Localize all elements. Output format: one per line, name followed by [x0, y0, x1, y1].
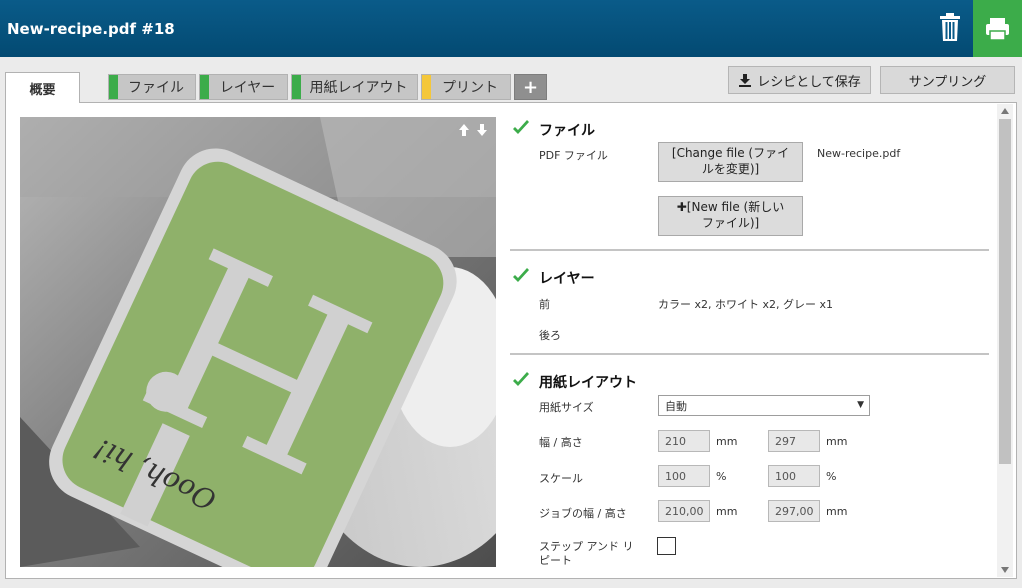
unit-percent: %: [826, 470, 837, 483]
tab-status-stripe: [422, 75, 431, 99]
scrollbar-thumb[interactable]: [999, 119, 1011, 464]
unit-mm: mm: [826, 505, 848, 518]
download-icon: [739, 74, 752, 87]
tab-label: 用紙レイアウト: [309, 80, 408, 96]
step-and-repeat-label-line2: ピート: [539, 554, 572, 567]
check-icon: [513, 372, 529, 386]
tab-status-stripe: [200, 75, 209, 99]
front-layer-value: カラー x2, ホワイト x2, グレー x1: [658, 298, 834, 311]
tab-print[interactable]: プリント: [421, 74, 511, 100]
sampling-button[interactable]: サンプリング: [880, 66, 1015, 94]
change-file-label-line1: [Change file (ファイ: [671, 146, 790, 160]
unit-mm: mm: [826, 435, 848, 448]
tab-overview[interactable]: 概要: [5, 72, 80, 103]
add-tab-button[interactable]: +: [514, 74, 547, 100]
tab-label: プリント: [442, 80, 498, 96]
sampling-label: サンプリング: [908, 74, 987, 90]
save-as-recipe-button[interactable]: レシピとして保存: [728, 66, 871, 94]
paper-size-label: 用紙サイズ: [539, 401, 594, 414]
trash-icon: [940, 13, 960, 41]
job-width-input[interactable]: 210,00: [658, 500, 710, 522]
plus-icon: +: [522, 76, 539, 98]
job-width-height-label: ジョブの幅 / 高さ: [539, 507, 627, 520]
new-file-label-line2: ファイル)]: [701, 216, 760, 230]
step-and-repeat-checkbox[interactable]: [657, 537, 676, 555]
scroll-up-arrow-icon[interactable]: [999, 106, 1011, 116]
paper-size-select[interactable]: 自動 ▼: [658, 395, 870, 416]
tab-layer[interactable]: レイヤー: [199, 74, 288, 100]
job-height-input[interactable]: 297,00: [768, 500, 820, 522]
print-button[interactable]: [973, 0, 1022, 57]
front-layer-label: 前: [539, 298, 550, 311]
scale-x-input[interactable]: 100: [658, 465, 710, 487]
delete-button[interactable]: [930, 8, 970, 48]
check-icon: [513, 268, 529, 282]
tab-status-stripe: [109, 75, 118, 99]
section-divider: [510, 249, 989, 251]
tab-label: レイヤー: [219, 80, 276, 96]
label-preview-illustration: H Oooh, hi!: [20, 117, 496, 567]
plus-icon: ✚: [676, 200, 687, 214]
change-file-label-line2: ルを変更)]: [701, 162, 760, 176]
paper-size-value: 自動: [665, 399, 687, 413]
caret-down-icon: ▼: [857, 400, 864, 410]
scroll-down-arrow-icon[interactable]: [999, 565, 1011, 575]
unit-mm: mm: [716, 505, 738, 518]
pdf-file-label: PDF ファイル: [539, 149, 608, 162]
check-icon: [513, 120, 529, 134]
tab-paper-layout[interactable]: 用紙レイアウト: [291, 74, 418, 100]
step-and-repeat-label-line1: ステップ アンド リ: [539, 540, 634, 553]
tab-status-stripe: [292, 75, 301, 99]
new-file-label-line1: [New file (新しい: [686, 200, 785, 214]
file-section-title: ファイル: [539, 123, 595, 139]
layer-section-title: レイヤー: [539, 271, 595, 287]
width-input[interactable]: 210: [658, 430, 710, 452]
step-and-repeat-label: ステップ アンド リ ピート: [539, 540, 634, 568]
sort-arrows-icon[interactable]: [457, 122, 491, 138]
back-layer-label: 後ろ: [539, 329, 561, 342]
scale-label: スケール: [539, 472, 583, 485]
tab-label: ファイル: [128, 80, 184, 96]
tab-file[interactable]: ファイル: [108, 74, 196, 100]
pdf-filename: New-recipe.pdf: [817, 147, 901, 160]
document-title: New-recipe.pdf #18: [7, 20, 175, 38]
preview-image: H Oooh, hi!: [20, 117, 496, 567]
scale-y-input[interactable]: 100: [768, 465, 820, 487]
printer-icon: [986, 18, 1009, 41]
unit-mm: mm: [716, 435, 738, 448]
unit-percent: %: [716, 470, 727, 483]
change-file-button[interactable]: [Change file (ファイ ルを変更)]: [658, 142, 803, 182]
section-divider: [510, 353, 989, 355]
paper-layout-section-title: 用紙レイアウト: [539, 375, 637, 391]
height-input[interactable]: 297: [768, 430, 820, 452]
save-as-recipe-label: レシピとして保存: [757, 74, 861, 90]
width-height-label: 幅 / 高さ: [539, 436, 583, 449]
new-file-button[interactable]: ✚[New file (新しい ファイル)]: [658, 196, 803, 236]
